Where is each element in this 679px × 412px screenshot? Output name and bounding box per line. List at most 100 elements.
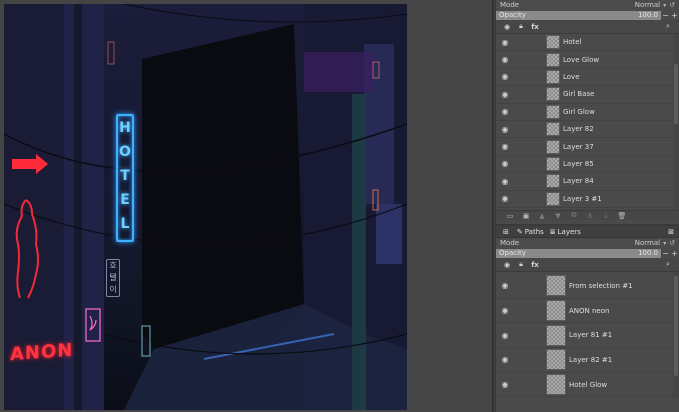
layer-name[interactable]: Layer 82 — [563, 125, 594, 133]
eye-icon[interactable]: ◉ — [496, 55, 514, 64]
opacity-decrease-button[interactable]: − — [661, 249, 670, 258]
lock-icon[interactable]: 🔒︎ — [514, 260, 528, 269]
fx-icon[interactable]: fx — [528, 23, 542, 31]
delete-layer-icon[interactable]: 🗑︎ — [614, 212, 630, 220]
eye-icon[interactable]: ◉ — [496, 355, 514, 364]
eye-icon[interactable]: ◉ — [496, 142, 514, 151]
layer-thumbnail — [546, 139, 560, 154]
eye-icon[interactable]: ◉ — [496, 90, 514, 99]
layer-name[interactable]: From selection #1 — [569, 282, 633, 290]
eye-icon[interactable]: ◉ — [496, 380, 514, 389]
layer-name[interactable]: Layer 3 #1 — [563, 195, 602, 203]
eye-icon[interactable]: ◉ — [496, 177, 514, 186]
raise-layer-icon[interactable]: ▲ — [534, 212, 550, 220]
reset-mode-icon[interactable]: ↺ — [669, 1, 675, 9]
layer-row[interactable]: ◉ ANON neon — [496, 299, 679, 324]
eye-icon[interactable]: ◉ — [496, 38, 514, 47]
mode-label: Mode — [500, 1, 520, 9]
new-layer-icon[interactable]: ▭ — [502, 212, 518, 220]
layer-name[interactable]: Layer 37 — [563, 143, 594, 151]
eye-icon[interactable]: ◉ — [496, 194, 514, 203]
eye-icon[interactable]: ◉ — [496, 306, 514, 315]
layer-name[interactable]: Hotel Glow — [569, 381, 607, 389]
eye-icon[interactable]: ◉ — [500, 23, 514, 31]
eye-icon[interactable]: ◉ — [500, 261, 514, 269]
chevron-down-icon[interactable]: ▾ — [663, 2, 666, 9]
layer-row[interactable]: ◉ Layer 37 — [496, 138, 679, 156]
eye-icon[interactable]: ◉ — [496, 72, 514, 81]
layer-name[interactable]: Hotel — [563, 38, 582, 46]
layer-name[interactable]: ANON neon — [569, 307, 609, 315]
layer-row[interactable]: ◉ Layer 81 #1 — [496, 323, 679, 349]
anchor-layer-icon[interactable]: ⚓︎ — [582, 212, 598, 220]
layer-name[interactable]: Layer 85 — [563, 160, 594, 168]
eye-icon[interactable]: ◉ — [496, 125, 514, 134]
layer-name[interactable]: Layer 81 #1 — [569, 331, 612, 339]
tab-layers[interactable]: ≣ Layers — [547, 226, 584, 238]
new-folder-icon[interactable]: ▣ — [518, 212, 534, 220]
opacity-label: Opacity — [499, 248, 526, 257]
reset-mode-icon[interactable]: ↺ — [669, 239, 675, 247]
opacity-increase-button[interactable]: + — [670, 11, 679, 20]
layer-row[interactable]: ◉ Hotel — [496, 34, 679, 52]
layer-row[interactable]: ◉ Layer 3 #1 — [496, 191, 679, 208]
layer-row[interactable]: ◉ Love — [496, 69, 679, 87]
mode-select[interactable]: Normal — [635, 239, 660, 247]
mode-select[interactable]: Normal — [635, 1, 660, 9]
layer-thumbnail — [546, 300, 566, 322]
layer-thumbnail — [546, 324, 566, 346]
layer-name[interactable]: Love Glow — [563, 56, 599, 64]
opacity-increase-button[interactable]: + — [670, 249, 679, 258]
opacity-slider[interactable]: Opacity 100.0 — [496, 248, 661, 258]
opacity-value: 100.0 — [637, 248, 658, 257]
layer-name[interactable]: Girl Glow — [563, 108, 595, 116]
layer-tools-row: ◉ 🔒︎ fx ⌕ — [496, 20, 679, 34]
hotel-letter: E — [120, 192, 130, 208]
fx-icon[interactable]: fx — [528, 261, 542, 269]
eye-icon[interactable]: ◉ — [496, 107, 514, 116]
eye-icon[interactable]: ◉ — [496, 159, 514, 168]
scrollbar-bottom[interactable] — [673, 272, 679, 398]
lower-layer-icon[interactable]: ▼ — [550, 212, 566, 220]
layer-list-bottom: ◉ From selection #1 ◉ ANON neon ◉ Layer 81 #1… — [496, 272, 679, 398]
image-canvas[interactable]: H O T E L 호 텔 이 ANON — [4, 4, 407, 410]
eye-icon[interactable]: ◉ — [496, 331, 514, 340]
layer-name[interactable]: Girl Base — [563, 90, 594, 98]
opacity-slider[interactable]: Opacity 100.0 — [496, 10, 661, 20]
layer-tools-row: ◉ 🔒︎ fx ⌕ — [496, 258, 679, 272]
layer-row[interactable]: ◉ Love Glow — [496, 51, 679, 69]
layer-row[interactable]: ◉ Layer 82 — [496, 121, 679, 139]
tab-layers-label: Layers — [557, 227, 581, 236]
layer-row[interactable]: ◉ Hotel Glow — [496, 373, 679, 398]
duplicate-layer-icon[interactable]: ⧉ — [566, 211, 582, 220]
scrollbar-thumb[interactable] — [674, 64, 678, 124]
layer-row[interactable]: ◉ From selection #1 — [496, 274, 679, 299]
opacity-decrease-button[interactable]: − — [661, 11, 670, 20]
layer-name[interactable]: Love — [563, 73, 580, 81]
merge-layer-icon[interactable]: ⤓ — [598, 211, 614, 220]
layer-thumbnail — [546, 374, 566, 396]
layer-row[interactable]: ◉ Layer 85 — [496, 156, 679, 174]
layer-row[interactable]: ◉ Layer 82 #1 — [496, 348, 679, 373]
eye-icon[interactable]: ◉ — [496, 281, 514, 290]
chevron-down-icon[interactable]: ▾ — [663, 240, 666, 247]
hotel-letter: L — [120, 216, 130, 232]
layer-thumbnail — [546, 69, 560, 84]
layer-name[interactable]: Layer 84 — [563, 177, 594, 185]
left-pole — [74, 4, 82, 410]
layer-row[interactable]: ◉ Layer 84 — [496, 173, 679, 191]
tab-paths[interactable]: ✎ Paths — [514, 226, 547, 238]
layer-row[interactable]: ◉ Girl Glow — [496, 104, 679, 121]
tab-paths-label: Paths — [524, 227, 544, 236]
scrollbar-top[interactable] — [673, 34, 679, 210]
dock-menu-icon[interactable]: ⊞ — [500, 226, 514, 238]
scrollbar-thumb[interactable] — [674, 276, 678, 376]
search-icon[interactable]: ⌕ — [661, 260, 675, 269]
layer-row[interactable]: ◉ Girl Base — [496, 86, 679, 104]
search-icon[interactable]: ⌕ — [661, 22, 675, 31]
dock-close-icon[interactable]: ⊠ — [665, 226, 679, 238]
layer-thumbnail — [546, 122, 560, 137]
layer-list-top: ◉ Hotel ◉ Love Glow ◉ Love ◉ Girl Base ◉ Girl Glo… — [496, 34, 679, 210]
lock-icon[interactable]: 🔒︎ — [514, 22, 528, 31]
layer-name[interactable]: Layer 82 #1 — [569, 356, 612, 364]
